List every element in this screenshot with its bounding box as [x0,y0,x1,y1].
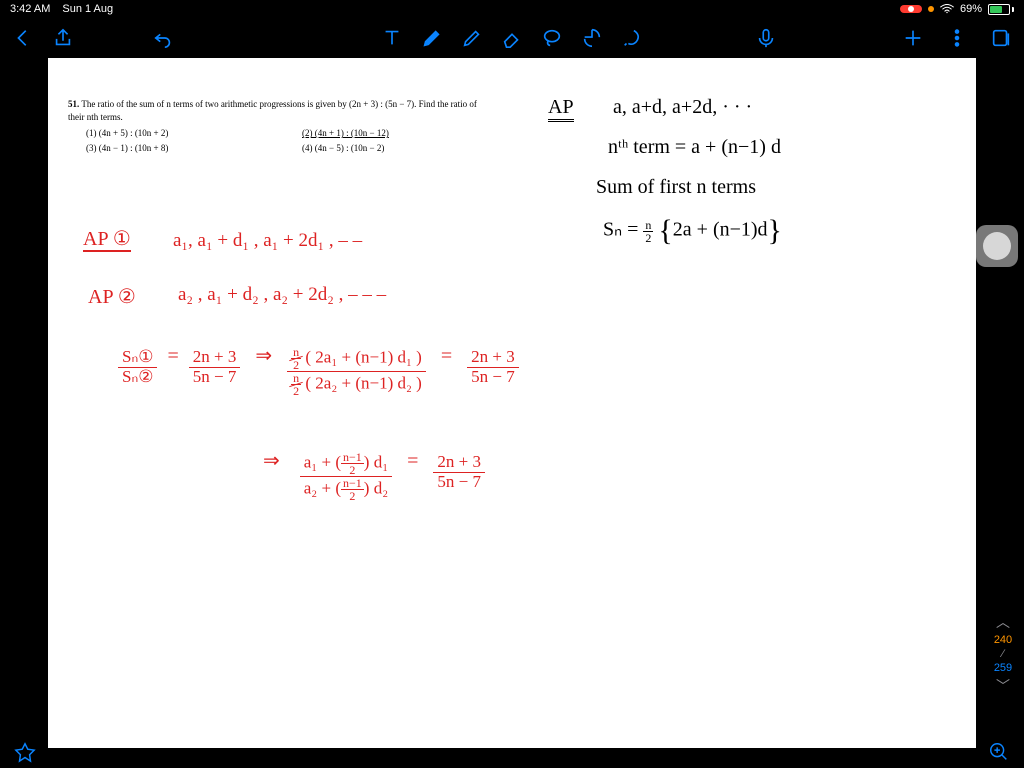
question-number: 51. [68,99,79,109]
page-down-button[interactable]: ﹀ [996,676,1010,696]
lasso-tool-button[interactable] [541,27,563,49]
ap2-sequence: a₂ , a₁ + d₂ , a₂ + 2d₂ , – – – [178,284,386,306]
question-text: The ratio of the sum of n terms of two a… [68,99,477,122]
toolbar [0,18,1024,58]
pages-view-button[interactable] [990,27,1012,49]
sn-formula: Sₙ = n2 {2a + (n−1)d} [603,214,782,248]
add-button[interactable] [902,27,924,49]
sum-first-n-label: Sum of first n terms [596,176,756,199]
bottom-bar [0,736,1024,768]
text-tool-button[interactable] [381,27,403,49]
nth-term-formula: nᵗʰ term = a + (n−1) d [608,136,781,159]
option-2: (2) (4n + 1) : (10n − 12) [302,127,488,140]
pen-tool-button[interactable] [421,27,443,49]
microphone-button[interactable] [755,27,777,49]
page-navigator: ︿ 240 ∕ 259 ﹀ [986,612,1020,696]
option-4: (4) (4n − 5) : (10n − 2) [302,142,488,155]
ink-tool-button[interactable] [621,27,643,49]
option-3: (3) (4n − 1) : (10n + 8) [86,142,272,155]
ap2-heading: AP ② [88,284,136,309]
highlighter-tool-button[interactable] [461,27,483,49]
page-total: 259 [994,662,1012,674]
more-button[interactable] [946,27,968,49]
mic-in-use-dot [928,6,934,12]
option-1: (1) (4n + 5) : (10n + 2) [86,127,272,140]
ap1-sequence: a₁, a₁ + d₁ , a₁ + 2d₁ , – – [173,230,362,252]
bookmark-button[interactable] [14,741,36,763]
ap-heading: AP [548,96,574,119]
battery-icon [988,4,1014,15]
ratio-equation: Sₙ①Sₙ② = 2n + 35n − 7 ⇒ n2 ( 2a₁ + (n−1)… [118,343,519,397]
battery-percent: 69% [960,3,982,15]
screen-record-indicator[interactable] [900,5,922,13]
shapes-tool-button[interactable] [581,27,603,49]
status-bar: 3:42 AM Sun 1 Aug 69% [0,0,1024,18]
ap-sequence: a, a+d, a+2d, · · · [613,96,752,119]
ap1-heading: AP ① [83,226,131,251]
share-button[interactable] [52,27,74,49]
note-canvas[interactable]: 51. The ratio of the sum of n terms of t… [48,58,976,748]
eraser-tool-button[interactable] [501,27,523,49]
wifi-icon [940,4,954,14]
zoom-in-button[interactable] [988,741,1010,763]
undo-button[interactable] [152,27,174,49]
back-button[interactable] [12,27,34,49]
status-time: 3:42 AM [10,3,50,15]
page-current: 240 [994,634,1012,646]
final-equation: ⇒ a₁ + (n−12) d₁ a₂ + (n−12) d₂ = 2n + 3… [263,448,485,502]
page-up-button[interactable]: ︿ [996,612,1010,632]
status-date: Sun 1 Aug [62,3,113,15]
page-slash: ∕ [1002,648,1004,660]
problem-block: 51. The ratio of the sum of n terms of t… [68,98,488,154]
assistive-touch-button[interactable] [976,225,1018,267]
